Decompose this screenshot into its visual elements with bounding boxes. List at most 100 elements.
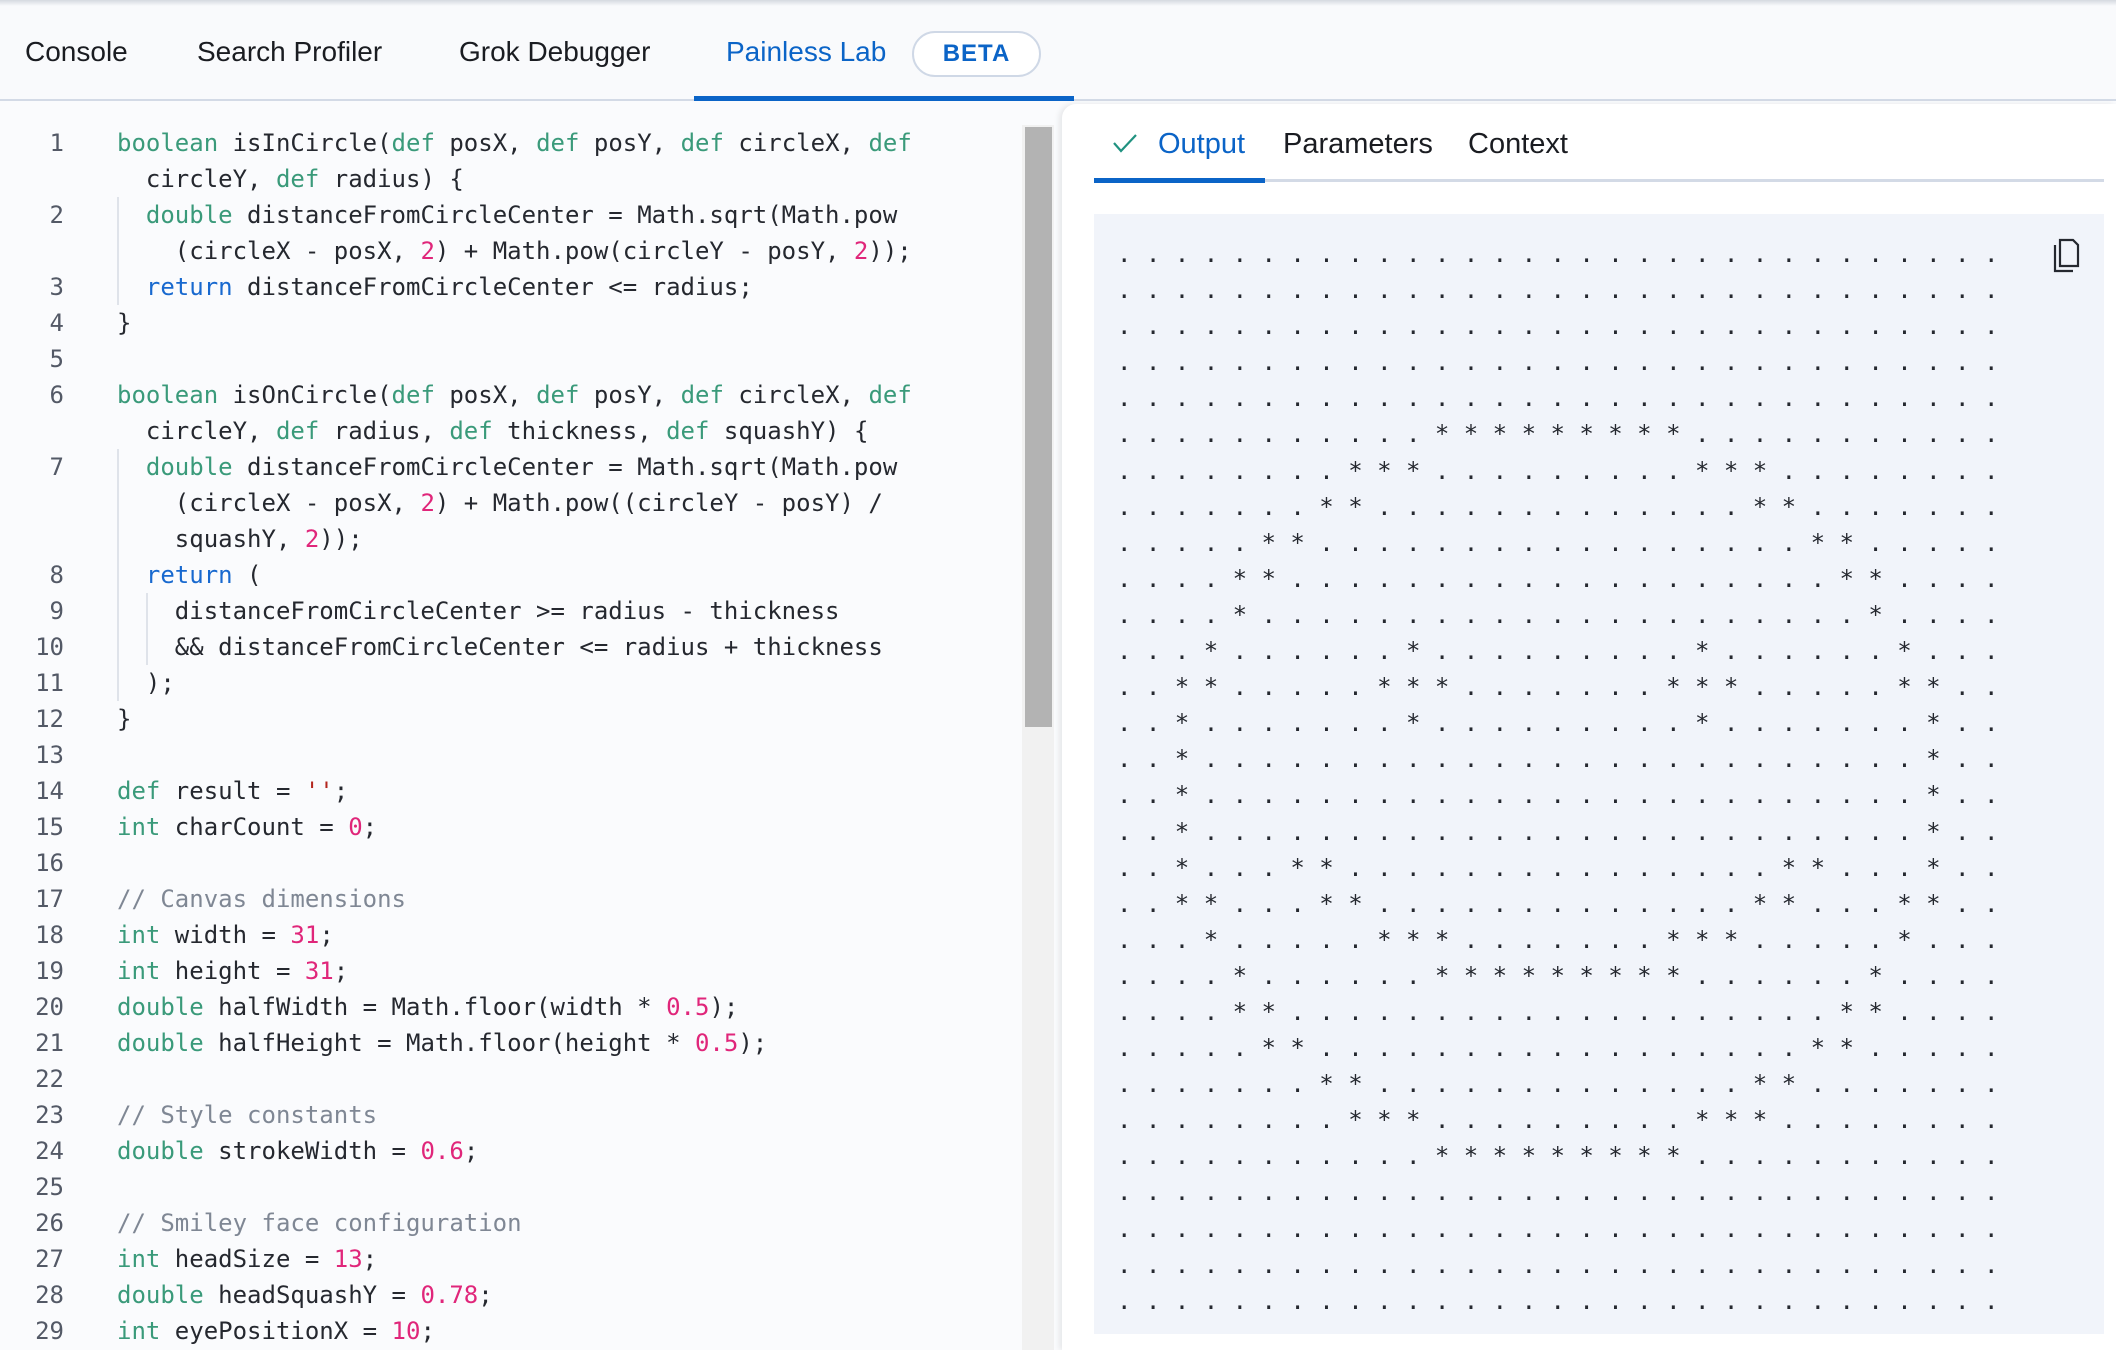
code-line[interactable]: 27 int headSize = 13; xyxy=(0,1241,1020,1277)
code-token: ; xyxy=(362,1245,378,1273)
line-number: 12 xyxy=(35,705,64,733)
code-token: radius) { xyxy=(319,165,464,193)
indent-guide xyxy=(117,521,119,557)
code-editor[interactable]: 1 boolean isInCircle(def posX, def posY, … xyxy=(0,103,1062,1350)
output-line: . . . . . . . . . . . . . . . . . . . . … xyxy=(1117,1178,1999,1207)
code-text: int headSize = 13; xyxy=(117,1241,377,1277)
code-token: circleX, xyxy=(723,129,869,157)
line-number: 9 xyxy=(49,597,64,625)
code-text: def result = ''; xyxy=(117,773,348,809)
indent-guide xyxy=(117,485,119,521)
code-line[interactable]: squashY, 2)); xyxy=(0,521,1020,557)
tab-painless-lab[interactable]: Painless Lab xyxy=(726,36,886,68)
output-line: . . . * . . . . . * * * . . . . . . . * … xyxy=(1117,925,1999,954)
code-line[interactable]: 9 distanceFromCircleCenter >= radius - t… xyxy=(0,593,1020,629)
tab-context[interactable]: Context xyxy=(1468,128,1568,161)
tab-search-profiler[interactable]: Search Profiler xyxy=(197,36,382,68)
code-text: return ( xyxy=(117,557,262,593)
code-line[interactable]: 10 && distanceFromCircleCenter <= radius… xyxy=(0,629,1020,665)
code-token: // Canvas dimensions xyxy=(117,885,406,913)
code-line[interactable]: 28 double headSquashY = 0.78; xyxy=(0,1277,1020,1313)
code-text: int eyePositionX = 10; xyxy=(117,1313,435,1349)
code-token: 31 xyxy=(290,921,320,949)
code-text: // Smiley face configuration xyxy=(117,1205,522,1241)
code-line[interactable]: 26 // Smiley face configuration xyxy=(0,1205,1020,1241)
code-token: isInCircle( xyxy=(218,129,392,157)
line-number: 28 xyxy=(35,1281,64,1309)
code-token: return xyxy=(145,273,233,301)
code-token: height = xyxy=(160,957,305,985)
output-text: . . . . . . . . . . . . . . . . . . . . … xyxy=(1117,236,1998,1319)
tab-grok-debugger[interactable]: Grok Debugger xyxy=(459,36,650,68)
code-line[interactable]: 29 int eyePositionX = 10; xyxy=(0,1313,1020,1349)
tab-output[interactable]: Output xyxy=(1158,128,1245,161)
code-token: 2 xyxy=(853,237,869,265)
code-line[interactable]: 6 boolean isOnCircle(def posX, def posY, … xyxy=(0,377,1020,413)
code-token: 10 xyxy=(391,1317,421,1345)
code-line[interactable]: 23 // Style constants xyxy=(0,1097,1020,1133)
code-token: thickness, xyxy=(492,417,667,445)
code-line[interactable]: 13 xyxy=(0,737,1020,773)
code-line[interactable]: circleY, def radius, def thickness, def … xyxy=(0,413,1020,449)
code-token: 13 xyxy=(333,1245,363,1273)
code-token: headSize = xyxy=(160,1245,334,1273)
code-line[interactable]: 4} xyxy=(0,305,1020,341)
code-token: ; xyxy=(362,813,378,841)
code-token: ); xyxy=(738,1029,768,1057)
output-line: . . . . . . . . * * * . . . . . . . . . … xyxy=(1117,1106,1999,1135)
code-line[interactable]: (circleX - posX, 2) + Math.pow(circleY -… xyxy=(0,233,1020,269)
code-lines[interactable]: 1 boolean isInCircle(def posX, def posY, … xyxy=(0,125,1020,1349)
copy-icon[interactable] xyxy=(2051,238,2081,274)
code-line[interactable]: 21 double halfHeight = Math.floor(height … xyxy=(0,1025,1020,1061)
code-line[interactable]: 5 xyxy=(0,341,1020,377)
code-line[interactable]: 25 xyxy=(0,1169,1020,1205)
code-line[interactable]: 24 double strokeWidth = 0.6; xyxy=(0,1133,1020,1169)
line-number: 22 xyxy=(35,1065,64,1093)
code-line[interactable]: 11 ); xyxy=(0,665,1020,701)
code-line[interactable]: 2 double distanceFromCircleCenter = Math… xyxy=(0,197,1020,233)
output-line: . . . . * * . . . . . . . . . . . . . . … xyxy=(1117,997,1999,1026)
code-line[interactable]: 20 double halfWidth = Math.floor(width * … xyxy=(0,989,1020,1025)
code-line[interactable]: (circleX - posX, 2) + Math.pow((circleY … xyxy=(0,485,1020,521)
line-number: 3 xyxy=(49,273,64,301)
code-line[interactable]: 18 int width = 31; xyxy=(0,917,1020,953)
code-token: ); xyxy=(117,669,175,697)
code-token: double xyxy=(117,993,204,1021)
code-token: squashY, xyxy=(174,525,305,553)
code-text: circleY, def radius, def thickness, def … xyxy=(146,413,869,449)
code-line[interactable]: 8 return ( xyxy=(0,557,1020,593)
code-token: def xyxy=(868,381,912,409)
code-text: double halfWidth = Math.floor(width * 0.… xyxy=(117,989,738,1025)
tab-parameters[interactable]: Parameters xyxy=(1283,128,1433,161)
line-number: 6 xyxy=(49,381,64,409)
code-token: squashY) { xyxy=(709,417,869,445)
code-token: def xyxy=(391,129,435,157)
line-number: 16 xyxy=(35,849,64,877)
beta-badge: BETA xyxy=(912,31,1041,77)
output-line: . . . . . . . . . . . . . . . . . . . . … xyxy=(1117,276,1999,305)
code-token: def xyxy=(666,417,710,445)
code-line[interactable]: 19 int height = 31; xyxy=(0,953,1020,989)
tab-console[interactable]: Console xyxy=(25,36,128,68)
code-line[interactable]: 12} xyxy=(0,701,1020,737)
code-token: double xyxy=(117,1281,204,1309)
output-box: . . . . . . . . . . . . . . . . . . . . … xyxy=(1094,214,2104,1334)
editor-scrollbar-thumb[interactable] xyxy=(1025,127,1052,727)
code-line[interactable]: 15 int charCount = 0; xyxy=(0,809,1020,845)
code-token: eyePositionX = xyxy=(160,1317,392,1345)
code-line[interactable]: 22 xyxy=(0,1061,1020,1097)
code-line[interactable]: 17 // Canvas dimensions xyxy=(0,881,1020,917)
line-number: 23 xyxy=(35,1101,64,1129)
output-line: . . . . . . . . . . . . . . . . . . . . … xyxy=(1117,312,1999,341)
code-line[interactable]: 7 double distanceFromCircleCenter = Math… xyxy=(0,449,1020,485)
code-line[interactable]: circleY, def radius) { xyxy=(0,161,1020,197)
code-text: double distanceFromCircleCenter = Math.s… xyxy=(117,449,897,485)
output-line: . . . . . . . * * . . . . . . . . . . . … xyxy=(1117,492,1999,521)
code-token: return xyxy=(145,561,233,589)
code-line[interactable]: 14 def result = ''; xyxy=(0,773,1020,809)
code-line[interactable]: 16 xyxy=(0,845,1020,881)
code-token: )); xyxy=(319,525,363,553)
code-line[interactable]: 1 boolean isInCircle(def posX, def posY, … xyxy=(0,125,1020,161)
code-line[interactable]: 3 return distanceFromCircleCenter <= rad… xyxy=(0,269,1020,305)
